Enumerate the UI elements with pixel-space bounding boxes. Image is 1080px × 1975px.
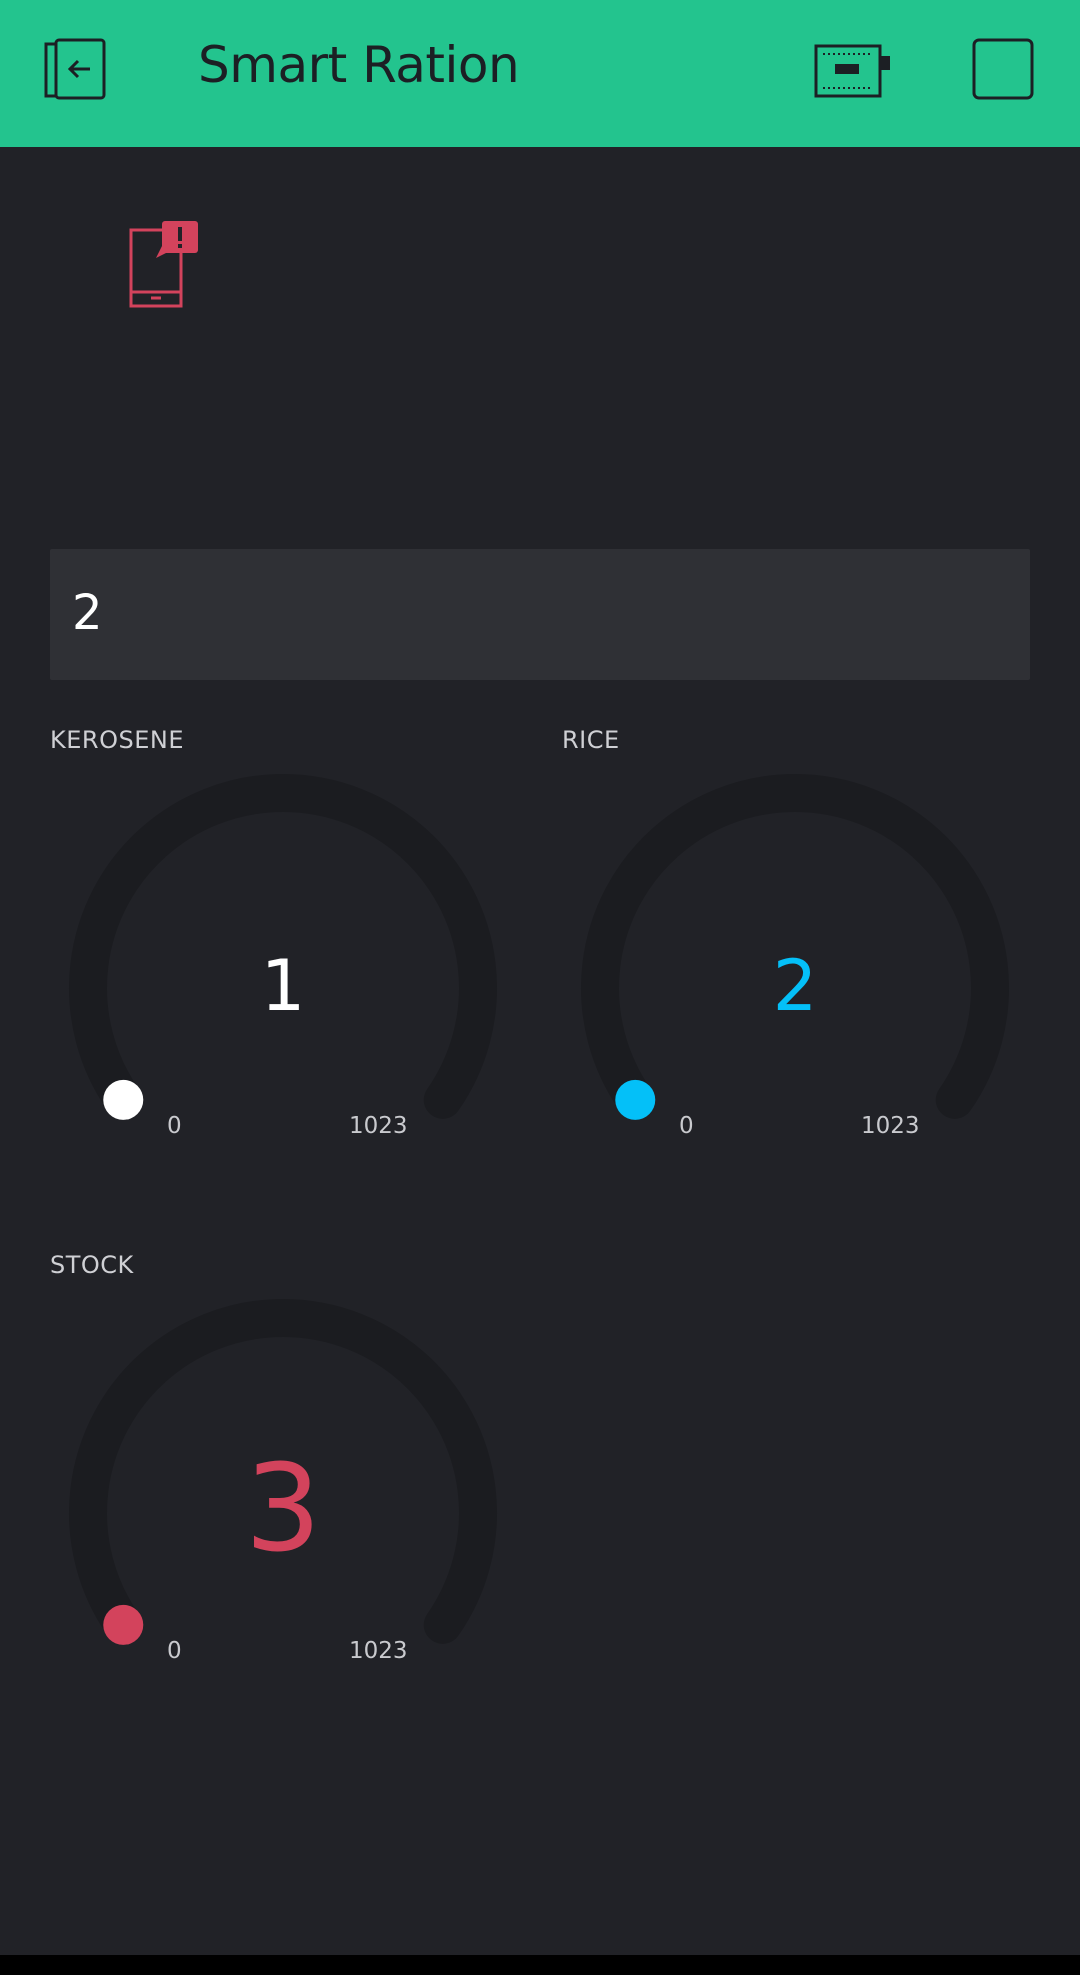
gauge-kerosene: 1 0 1023	[63, 770, 503, 1170]
gauge-max: 1023	[349, 1113, 408, 1139]
gauge-indicator-dot	[103, 1604, 144, 1645]
gauge-label-stock: STOCK	[50, 1251, 134, 1279]
value-display-text: 2	[72, 585, 103, 641]
gauge-rice: 2 0 1023	[575, 770, 1015, 1170]
gauge-value: 2	[772, 945, 818, 1027]
exit-project-icon[interactable]	[42, 38, 110, 102]
gauge-stock: 3 0 1023	[63, 1295, 503, 1695]
gauge-value: 1	[260, 945, 306, 1027]
gauge-min: 0	[679, 1113, 694, 1139]
gauge-min: 0	[167, 1638, 182, 1664]
phone-notification-icon[interactable]	[126, 218, 202, 310]
gauge-label-rice: RICE	[562, 726, 620, 754]
stop-square-icon[interactable]	[972, 38, 1034, 100]
gauge-max: 1023	[861, 1113, 920, 1139]
device-board-icon[interactable]	[813, 40, 891, 100]
gauge-min: 0	[167, 1113, 182, 1139]
gauge-value: 3	[244, 1440, 322, 1579]
gauge-label-kerosene: KEROSENE	[50, 726, 184, 754]
gauge-indicator-dot	[103, 1079, 144, 1120]
app-header: Smart Ration	[0, 0, 1080, 147]
gauge-max: 1023	[349, 1638, 408, 1664]
value-display: 2	[50, 549, 1030, 680]
system-nav-bar	[0, 1955, 1080, 1975]
gauge-indicator-dot	[615, 1079, 656, 1120]
page-title: Smart Ration	[198, 36, 520, 94]
